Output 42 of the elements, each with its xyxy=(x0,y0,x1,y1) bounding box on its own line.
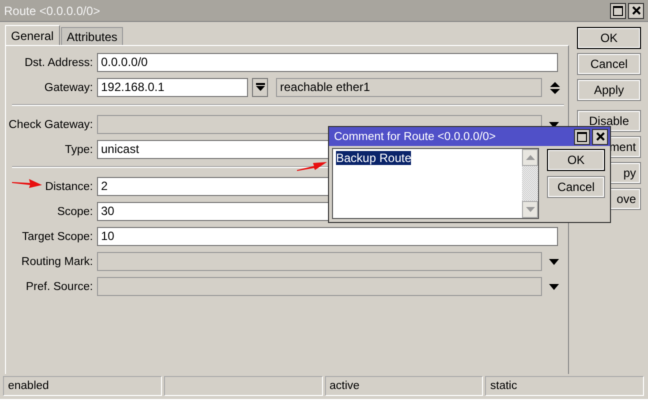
status-cell: active xyxy=(324,376,484,396)
close-button[interactable] xyxy=(592,128,608,144)
annotation-arrow xyxy=(12,179,42,189)
field-label: Scope: xyxy=(57,206,93,218)
window-title: Route <0.0.0.0/0> xyxy=(4,4,100,18)
status-field: reachable ether1 xyxy=(276,78,542,97)
close-button[interactable] xyxy=(628,2,644,18)
field-label: Type: xyxy=(64,144,93,156)
dropdown-icon[interactable] xyxy=(549,284,559,290)
field-label: Routing Mark: xyxy=(21,256,93,268)
dialog-button[interactable]: OK xyxy=(547,149,605,171)
dialog-button[interactable]: Cancel xyxy=(547,176,605,198)
field-label: Dst. Address: xyxy=(24,56,93,68)
side-button[interactable]: Apply xyxy=(577,79,641,101)
field-label: Target Scope: xyxy=(22,230,93,242)
field-label: Check Gateway: xyxy=(8,118,93,130)
tab[interactable]: General xyxy=(5,25,60,45)
side-button[interactable]: OK xyxy=(577,27,641,49)
input-field[interactable]: 0.0.0.0/0 xyxy=(97,53,558,72)
close-icon xyxy=(632,6,640,15)
side-button[interactable]: Cancel xyxy=(577,53,641,75)
maximize-icon xyxy=(577,132,587,142)
maximize-icon xyxy=(613,6,623,16)
dropdown-button[interactable] xyxy=(252,78,268,97)
up-down-icon[interactable] xyxy=(550,80,560,94)
status-cell: static xyxy=(485,376,644,396)
annotation-arrow xyxy=(297,161,327,171)
field-label: Pref. Source: xyxy=(26,280,93,292)
status-cell: enabled xyxy=(3,376,162,396)
comment-text: Backup Route xyxy=(336,151,412,165)
input-field[interactable]: 10 xyxy=(97,227,558,246)
maximize-button[interactable] xyxy=(610,2,626,18)
field-label: Gateway: xyxy=(44,82,93,94)
input-field[interactable]: 192.168.0.1 xyxy=(97,78,248,97)
field-label: Distance: xyxy=(45,180,93,192)
comment-text-area[interactable]: Backup Route xyxy=(332,148,539,219)
close-icon xyxy=(596,132,604,141)
dialog-title: Comment for Route <0.0.0.0/0> xyxy=(334,130,496,142)
tab[interactable]: Attributes xyxy=(60,27,124,45)
caret-icon xyxy=(256,83,264,92)
maximize-button[interactable] xyxy=(574,128,590,144)
dropdown-icon[interactable] xyxy=(549,258,559,264)
